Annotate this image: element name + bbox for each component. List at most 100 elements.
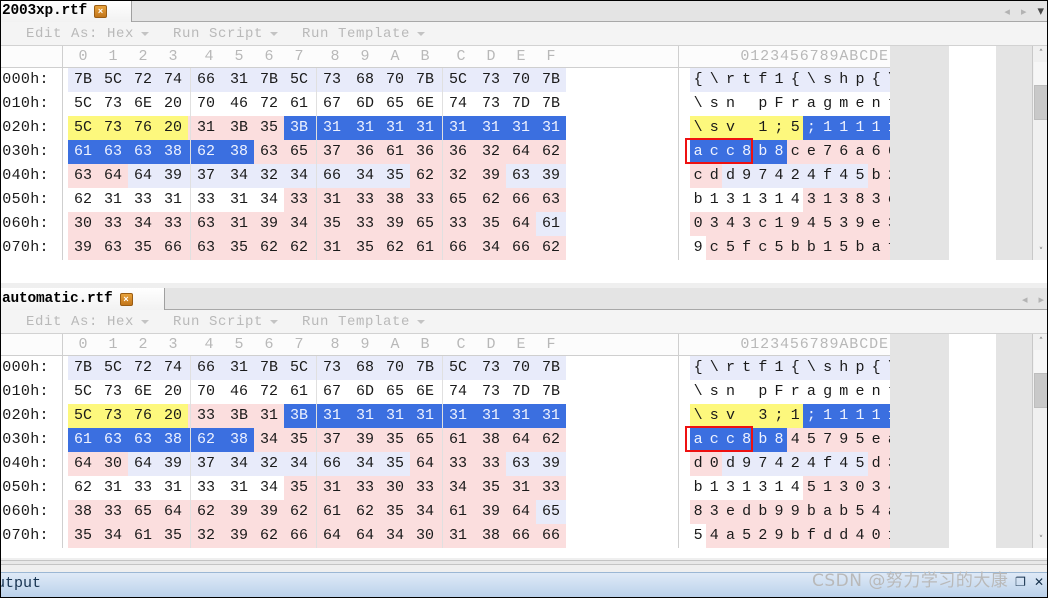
hex-byte[interactable]: 64: [506, 212, 536, 236]
hex-byte[interactable]: 7B: [68, 68, 98, 92]
hex-byte[interactable]: 34: [440, 476, 476, 500]
hex-byte[interactable]: 64: [410, 452, 440, 476]
hex-byte[interactable]: 61: [68, 140, 98, 164]
hex-byte[interactable]: 39: [254, 500, 284, 524]
hex-byte[interactable]: 34: [254, 476, 284, 500]
hex-byte[interactable]: 33: [284, 188, 314, 212]
hex-byte[interactable]: 61: [68, 428, 98, 452]
hex-byte[interactable]: 37: [314, 140, 350, 164]
hex-byte[interactable]: 63: [98, 236, 128, 260]
hex-byte[interactable]: 31: [224, 68, 254, 92]
hex-byte[interactable]: 33: [440, 212, 476, 236]
hex-byte[interactable]: 64: [506, 500, 536, 524]
hex-byte[interactable]: 5C: [68, 116, 98, 140]
hex-byte[interactable]: 20: [158, 380, 188, 404]
hex-byte[interactable]: 63: [98, 428, 128, 452]
hex-byte[interactable]: 6E: [410, 380, 440, 404]
hex-byte[interactable]: 65: [128, 500, 158, 524]
hex-byte[interactable]: 66: [284, 524, 314, 548]
hex-byte[interactable]: 73: [314, 356, 350, 380]
hex-byte[interactable]: 20: [158, 92, 188, 116]
hex-byte[interactable]: 68: [350, 68, 380, 92]
hex-byte[interactable]: 72: [128, 356, 158, 380]
hex-byte[interactable]: 64: [128, 164, 158, 188]
hex-byte[interactable]: 34: [284, 452, 314, 476]
hex-byte[interactable]: 38: [158, 140, 188, 164]
hex-byte[interactable]: 34: [254, 428, 284, 452]
scroll-up-icon[interactable]: ˄: [1033, 46, 1048, 62]
hex-byte[interactable]: 63: [536, 188, 566, 212]
tab-list-icon[interactable]: ▾: [1037, 4, 1044, 19]
hex-byte[interactable]: 73: [98, 116, 128, 140]
hex-byte[interactable]: 63: [188, 212, 224, 236]
hex-byte[interactable]: 62: [188, 428, 224, 452]
hex-byte[interactable]: 31: [506, 476, 536, 500]
hex-byte[interactable]: 73: [476, 380, 506, 404]
hex-byte[interactable]: 61: [410, 236, 440, 260]
hex-byte[interactable]: 30: [380, 476, 410, 500]
hex-byte[interactable]: 73: [314, 68, 350, 92]
scroll-down-icon[interactable]: ˅: [1033, 244, 1048, 260]
hex-byte[interactable]: 35: [380, 164, 410, 188]
hex-byte[interactable]: 30: [68, 212, 98, 236]
hex-byte[interactable]: 36: [410, 140, 440, 164]
hex-byte[interactable]: 34: [254, 188, 284, 212]
hex-byte[interactable]: 31: [440, 524, 476, 548]
hex-byte[interactable]: 63: [506, 452, 536, 476]
hex-byte[interactable]: 5C: [68, 404, 98, 428]
hex-byte[interactable]: 32: [476, 140, 506, 164]
vertical-scrollbar[interactable]: ˄ ˅: [1032, 46, 1048, 260]
hex-byte[interactable]: 61: [440, 500, 476, 524]
hex-byte[interactable]: 5C: [68, 92, 98, 116]
hex-byte[interactable]: 61: [314, 500, 350, 524]
hex-byte[interactable]: 3B: [284, 404, 314, 428]
restore-icon[interactable]: ❐: [1015, 575, 1026, 589]
hex-byte[interactable]: 6D: [350, 380, 380, 404]
hex-byte[interactable]: 34: [380, 524, 410, 548]
hex-byte[interactable]: 35: [68, 524, 98, 548]
tab-prev-icon[interactable]: ◂: [1004, 5, 1010, 18]
hex-byte[interactable]: 61: [536, 212, 566, 236]
hex-byte[interactable]: 61: [284, 380, 314, 404]
hex-byte[interactable]: 63: [128, 140, 158, 164]
scroll-up-icon[interactable]: ˄: [1033, 334, 1048, 350]
hex-byte[interactable]: 65: [380, 380, 410, 404]
hex-byte[interactable]: 66: [506, 188, 536, 212]
hex-byte[interactable]: 31: [188, 116, 224, 140]
hex-byte[interactable]: 76: [128, 116, 158, 140]
hex-byte[interactable]: 31: [158, 188, 188, 212]
hex-byte[interactable]: 62: [254, 236, 284, 260]
hex-byte[interactable]: 46: [224, 92, 254, 116]
tab-next-icon[interactable]: ▸: [1038, 293, 1044, 306]
hex-byte[interactable]: 74: [440, 380, 476, 404]
hex-byte[interactable]: 7B: [68, 356, 98, 380]
hex-byte[interactable]: 67: [314, 92, 350, 116]
hex-byte[interactable]: 66: [314, 164, 350, 188]
hex-byte[interactable]: 31: [350, 404, 380, 428]
scrollbar-track[interactable]: [1034, 350, 1048, 373]
hex-byte[interactable]: 34: [476, 236, 506, 260]
hex-byte[interactable]: 65: [440, 188, 476, 212]
hex-byte[interactable]: 6E: [128, 92, 158, 116]
hex-byte[interactable]: 31: [440, 404, 476, 428]
hex-byte[interactable]: 64: [158, 500, 188, 524]
hex-byte[interactable]: 31: [224, 212, 254, 236]
hex-byte[interactable]: 72: [254, 92, 284, 116]
hex-byte[interactable]: 70: [506, 356, 536, 380]
hex-byte[interactable]: 39: [158, 452, 188, 476]
hex-byte[interactable]: 34: [410, 500, 440, 524]
hex-byte[interactable]: 33: [350, 188, 380, 212]
hex-byte[interactable]: 73: [476, 356, 506, 380]
hex-byte[interactable]: 31: [224, 356, 254, 380]
hex-view-1[interactable]: 0123456789ABCDEF0123456789ABCDEF0000h:7B…: [0, 46, 1048, 260]
hex-byte[interactable]: 39: [536, 452, 566, 476]
hex-byte[interactable]: 66: [188, 356, 224, 380]
hex-byte[interactable]: 39: [380, 212, 410, 236]
hex-byte[interactable]: 32: [188, 524, 224, 548]
hex-byte[interactable]: 39: [476, 164, 506, 188]
hex-byte[interactable]: 31: [224, 476, 254, 500]
close-icon[interactable]: ×: [94, 4, 108, 18]
hex-byte[interactable]: 31: [98, 476, 128, 500]
hex-byte[interactable]: 31: [410, 404, 440, 428]
hex-byte[interactable]: 36: [440, 140, 476, 164]
